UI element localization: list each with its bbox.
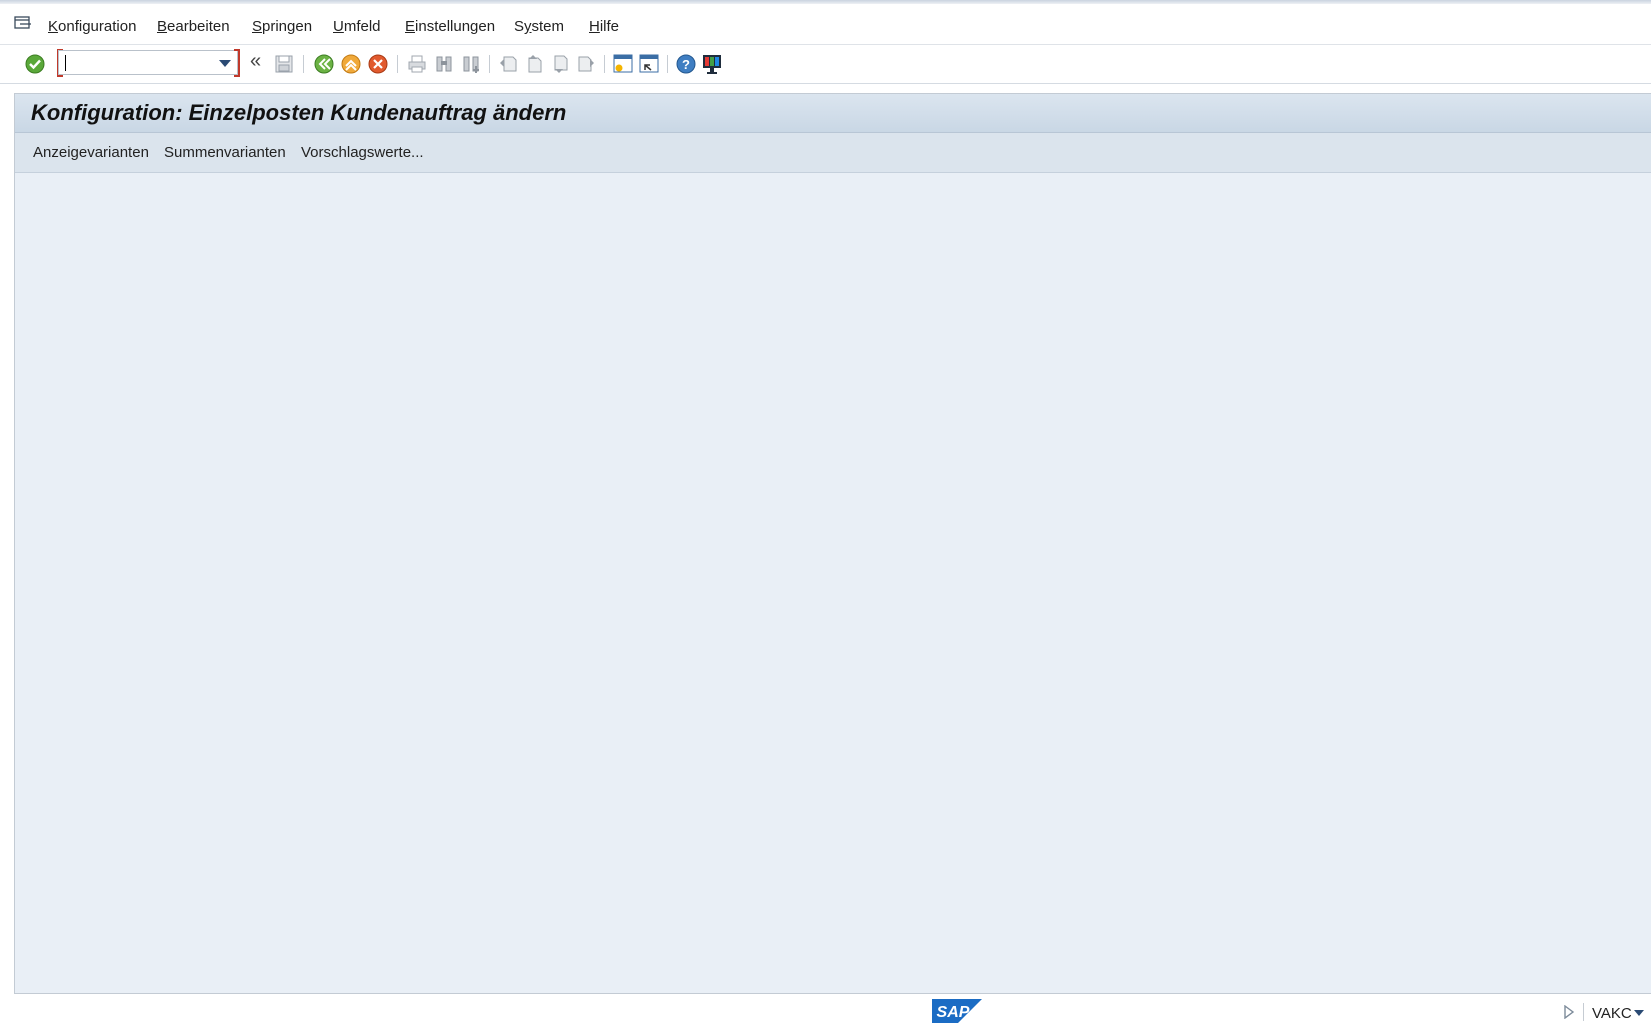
command-field-marker-right xyxy=(234,49,240,77)
sap-logo: SAP xyxy=(932,999,982,1023)
chevron-down-icon[interactable] xyxy=(1634,1010,1644,1016)
menu-bearbeiten[interactable]: Bearbeiten xyxy=(157,18,230,35)
menu-mnemonic: K xyxy=(48,18,59,35)
menu-label: onfiguration xyxy=(58,18,137,35)
last-page-icon[interactable] xyxy=(575,53,597,75)
menu-umfeld[interactable]: Umfeld xyxy=(333,18,381,35)
menu-einstellungen[interactable]: Einstellungen xyxy=(405,18,495,35)
svg-text:SAP: SAP xyxy=(937,1004,970,1021)
generate-shortcut-icon[interactable] xyxy=(638,53,660,75)
summenvarianten-button[interactable]: Summenvarianten xyxy=(164,144,286,161)
find-next-icon[interactable] xyxy=(460,53,482,75)
title-bar: Konfiguration: Einzelposten Kundenauftra… xyxy=(15,94,1651,133)
cancel-icon[interactable] xyxy=(367,53,389,75)
toolbar-separator xyxy=(489,55,490,73)
command-field[interactable] xyxy=(58,50,238,75)
menu-mnemonic: B xyxy=(157,18,168,35)
system-name: VAKC xyxy=(1592,1005,1632,1022)
application-toolbar: Anzeigevarianten Summenvarianten Vorschl… xyxy=(15,133,1651,173)
enter-icon[interactable] xyxy=(24,53,46,75)
menu-bar: Konfiguration Bearbeiten Springen Umfeld… xyxy=(0,4,1651,45)
menu-system[interactable]: System xyxy=(514,18,564,35)
previous-page-icon[interactable] xyxy=(523,53,545,75)
menu-label: earbeiten xyxy=(167,18,230,35)
create-session-icon[interactable] xyxy=(612,53,634,75)
page-title: Konfiguration: Einzelposten Kundenauftra… xyxy=(31,100,567,125)
next-page-icon[interactable] xyxy=(549,53,571,75)
status-expand-icon[interactable] xyxy=(1563,1005,1575,1019)
menu-mnemonic: H xyxy=(589,18,600,35)
toolbar-separator xyxy=(604,55,605,73)
menu-springen[interactable]: Springen xyxy=(252,18,312,35)
layout-menu-icon[interactable] xyxy=(701,53,723,75)
status-bar: SAP VAKC xyxy=(0,995,1651,1029)
toolbar-separator xyxy=(303,55,304,73)
menu-icon[interactable] xyxy=(14,15,32,31)
collapse-toolbar-icon[interactable]: « xyxy=(250,51,261,71)
command-input[interactable] xyxy=(63,53,213,72)
svg-text:?: ? xyxy=(682,57,690,72)
menu-label: pringen xyxy=(262,18,313,35)
toolbar-separator xyxy=(667,55,668,73)
text-caret xyxy=(65,55,66,71)
menu-label: instellungen xyxy=(415,18,496,35)
menu-label: mfeld xyxy=(343,18,381,35)
help-icon[interactable]: ? xyxy=(675,53,697,75)
menu-mnemonic: E xyxy=(405,18,416,35)
menu-mnemonic: y xyxy=(524,18,532,35)
exit-icon[interactable] xyxy=(340,53,362,75)
menu-label: stem xyxy=(531,18,565,35)
save-icon[interactable] xyxy=(273,53,295,75)
find-icon[interactable] xyxy=(433,53,455,75)
vorschlagswerte-button[interactable]: Vorschlagswerte... xyxy=(301,144,424,161)
menu-mnemonic: U xyxy=(333,18,344,35)
print-icon[interactable] xyxy=(406,53,428,75)
main-screen-area: Konfiguration: Einzelposten Kundenauftra… xyxy=(14,93,1651,994)
anzeigevarianten-button[interactable]: Anzeigevarianten xyxy=(33,144,149,161)
menu-konfiguration[interactable]: Konfiguration xyxy=(48,18,136,35)
menu-label: S xyxy=(514,18,525,35)
first-page-icon[interactable] xyxy=(497,53,519,75)
status-separator xyxy=(1583,1003,1584,1021)
standard-toolbar: ? xyxy=(0,45,1651,84)
toolbar-separator xyxy=(397,55,398,73)
menu-label: ilfe xyxy=(599,18,620,35)
chevron-down-icon[interactable] xyxy=(219,60,231,67)
back-icon[interactable] xyxy=(313,53,335,75)
menu-mnemonic: S xyxy=(252,18,263,35)
menu-hilfe[interactable]: Hilfe xyxy=(589,18,619,35)
